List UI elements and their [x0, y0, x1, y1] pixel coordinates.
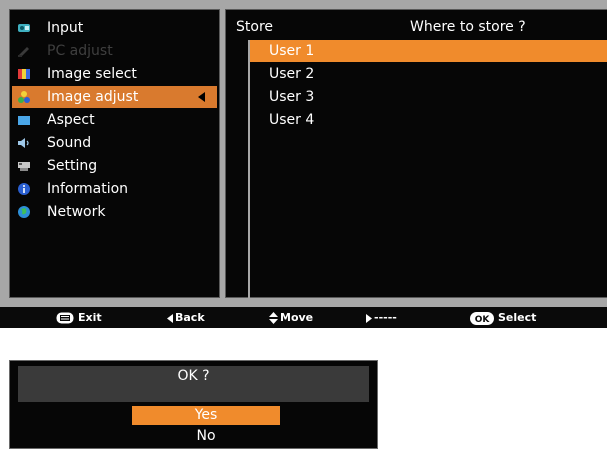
select-hint[interactable]: OK Select: [470, 307, 536, 328]
move-label: Move: [280, 311, 314, 324]
move-hint[interactable]: Move: [269, 307, 313, 328]
confirm-dialog: OK ? Yes No: [9, 360, 378, 449]
store-option-label: User 2: [269, 66, 315, 82]
setting-icon: [18, 162, 30, 171]
store-option-user-3[interactable]: User 3: [250, 86, 607, 108]
menu-item-label: Setting: [47, 158, 98, 174]
menu-item-input[interactable]: Input: [12, 17, 217, 39]
speaker-icon: [18, 138, 29, 148]
store-option-label: User 4: [269, 112, 315, 128]
info-icon: [18, 183, 30, 195]
menu-item-label: Network: [47, 204, 106, 220]
store-option-label: User 1: [269, 43, 315, 59]
menu-button-icon: [56, 312, 74, 324]
left-arrow-icon: [167, 313, 173, 323]
menu-item-label: Sound: [47, 135, 92, 151]
globe-icon: [18, 206, 30, 218]
menu-item-label: Image adjust: [47, 89, 139, 105]
back-hint[interactable]: Back: [167, 307, 205, 328]
submenu-arrow-icon: [198, 92, 205, 102]
exit-hint[interactable]: Exit: [56, 307, 102, 328]
menu-item-sound[interactable]: Sound: [12, 132, 217, 154]
ok-badge-text: OK: [475, 315, 491, 325]
store-option-user-1[interactable]: User 1: [250, 40, 607, 62]
submenu-prompt: Where to store ?: [410, 19, 526, 35]
menu-item-label: Input: [47, 20, 84, 36]
menu-item-information[interactable]: Information: [12, 178, 217, 200]
button-guide-bar: Exit Back Move ----- OK Select: [0, 307, 607, 328]
menu-item-aspect[interactable]: Aspect: [12, 109, 217, 131]
menu-item-label: Image select: [47, 66, 137, 82]
exit-label: Exit: [78, 311, 102, 324]
store-submenu: Store Where to store ? User 1 User 2 Use…: [225, 9, 607, 299]
main-menu: Input PC adjust Image select Image adjus…: [9, 9, 220, 298]
store-option-user-4[interactable]: User 4: [250, 109, 607, 131]
back-label: Back: [175, 311, 205, 324]
yes-option[interactable]: Yes: [132, 406, 280, 425]
menu-item-label: Information: [47, 181, 129, 197]
next-hint[interactable]: -----: [366, 307, 397, 328]
menu-item-image-adjust[interactable]: Image adjust: [12, 86, 217, 108]
aspect-icon: [18, 116, 30, 125]
right-arrow-icon: [366, 313, 372, 323]
up-down-arrow-icon: [269, 312, 278, 324]
image-select-icon: [18, 69, 30, 79]
store-option-label: User 3: [269, 89, 315, 105]
menu-item-setting[interactable]: Setting: [12, 155, 217, 177]
projector-osd: Input PC adjust Image select Image adjus…: [0, 0, 607, 328]
menu-item-label: PC adjust: [47, 43, 113, 59]
store-option-user-2[interactable]: User 2: [250, 63, 607, 85]
menu-item-network[interactable]: Network: [12, 201, 217, 223]
menu-item-image-select[interactable]: Image select: [12, 63, 217, 85]
no-option[interactable]: No: [132, 427, 280, 446]
menu-item-label: Aspect: [47, 112, 95, 128]
ok-button-icon: OK: [470, 311, 494, 325]
menu-item-pc-adjust: PC adjust: [12, 40, 217, 62]
next-label: -----: [374, 311, 397, 324]
submenu-title: Store: [236, 19, 274, 35]
pc-adjust-icon: [18, 47, 29, 57]
image-adjust-icon: [18, 91, 30, 103]
dialog-title: OK ?: [18, 366, 369, 402]
input-icon: [18, 24, 30, 32]
select-label: Select: [498, 311, 537, 324]
